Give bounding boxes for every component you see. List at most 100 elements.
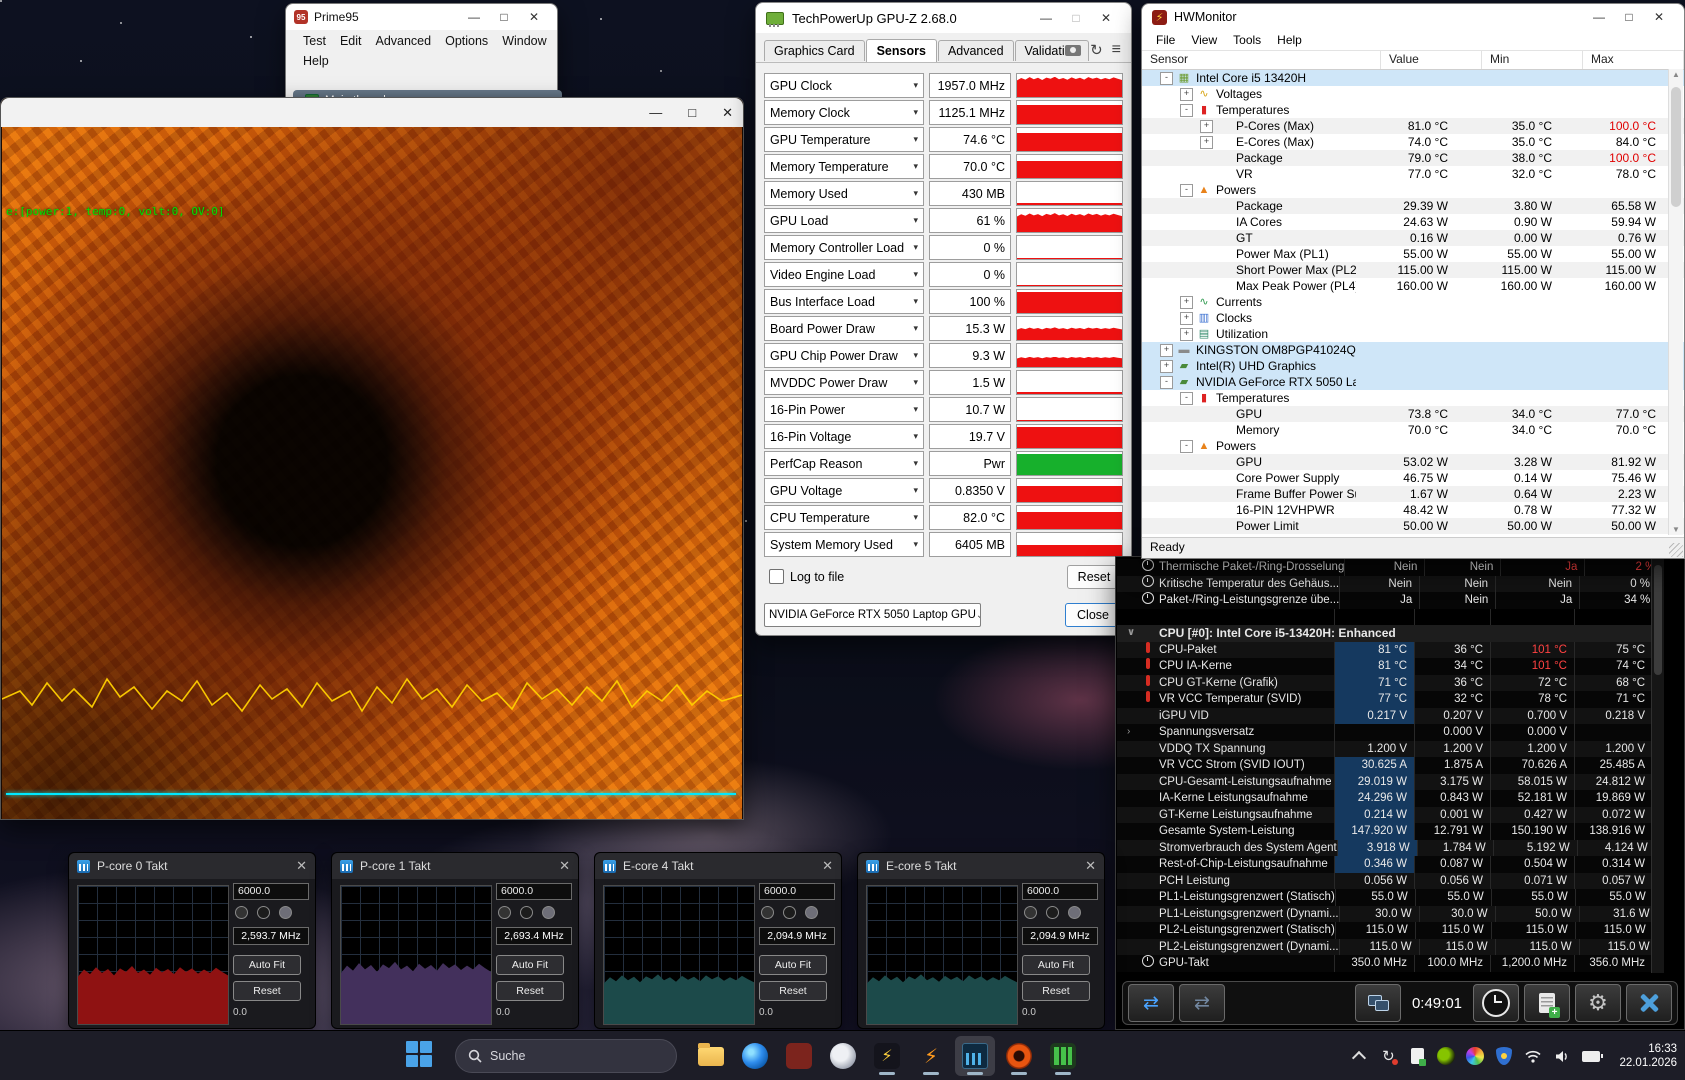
- tree-row[interactable]: + ▬ KINGSTON OM8PGP41024Q-AA: [1142, 342, 1684, 358]
- graph-titlebar[interactable]: P-core 0 Takt ✕: [69, 853, 315, 879]
- minimize-icon[interactable]: —: [1031, 11, 1061, 25]
- expander-chevron[interactable]: ›: [1127, 724, 1140, 741]
- tray-volume[interactable]: [1553, 1047, 1571, 1065]
- sensor-name-dropdown[interactable]: MVDDC Power Draw ▾: [764, 370, 924, 395]
- taskbar-explorer[interactable]: [691, 1036, 731, 1076]
- sensor-row[interactable]: Stromverbrauch des System Agent 3.918 W …: [1117, 840, 1652, 857]
- tree-row[interactable]: GT 0.16 W 0.00 W 0.76 W: [1142, 230, 1684, 246]
- hwmonitor-menu-item[interactable]: Help: [1269, 33, 1310, 47]
- auto-fit-button[interactable]: Auto Fit: [233, 955, 301, 975]
- minimize-icon[interactable]: —: [1584, 10, 1614, 24]
- sensor-name-dropdown[interactable]: Bus Interface Load ▾: [764, 289, 924, 314]
- tree-expander[interactable]: +: [1180, 88, 1193, 101]
- prime95-menu-item[interactable]: Advanced: [368, 32, 438, 50]
- sensor-row[interactable]: Thermische Paket-/Ring-Drosselung Nein N…: [1117, 559, 1652, 576]
- sensor-name-dropdown[interactable]: System Memory Used ▾: [764, 532, 924, 557]
- y-max-input[interactable]: 6000.0: [1022, 883, 1098, 900]
- sensor-name-dropdown[interactable]: Board Power Draw ▾: [764, 316, 924, 341]
- tray-battery[interactable]: [1582, 1047, 1600, 1065]
- tree-expander[interactable]: -: [1160, 72, 1173, 85]
- hwmonitor-titlebar[interactable]: ⚡ HWMonitor — □ ✕: [1142, 4, 1684, 30]
- tray-sync[interactable]: ↻: [1379, 1047, 1397, 1065]
- tree-row[interactable]: - ▲ Powers: [1142, 182, 1684, 198]
- tree-row[interactable]: - ▲ Powers: [1142, 438, 1684, 454]
- sensor-row[interactable]: CPU GT-Kerne (Grafik) 71 °C 36 °C 72 °C …: [1117, 675, 1652, 692]
- auto-fit-button[interactable]: Auto Fit: [759, 955, 827, 975]
- taskbar-hwinfo[interactable]: ⚡: [911, 1036, 951, 1076]
- scale-radio-3[interactable]: [805, 906, 818, 919]
- tree-row[interactable]: - ▮ Temperatures: [1142, 102, 1684, 118]
- column-header-value[interactable]: Value: [1381, 51, 1482, 69]
- prime95-titlebar[interactable]: 95 Prime95 — □ ✕: [286, 4, 557, 30]
- monitors-button[interactable]: [1355, 984, 1401, 1022]
- maximize-icon[interactable]: □: [688, 105, 696, 120]
- taskbar-furmark[interactable]: [999, 1036, 1039, 1076]
- sensor-name-dropdown[interactable]: Video Engine Load ▾: [764, 262, 924, 287]
- hwmonitor-menu-item[interactable]: File: [1148, 33, 1183, 47]
- prime95-menu-item[interactable]: Edit: [333, 32, 369, 50]
- sensor-name-dropdown[interactable]: GPU Temperature ▾: [764, 127, 924, 152]
- reset-button[interactable]: Reset: [759, 981, 827, 1001]
- sensor-name-dropdown[interactable]: GPU Clock ▾: [764, 73, 924, 98]
- taskbar-graphs-active[interactable]: [955, 1036, 995, 1076]
- auto-fit-button[interactable]: Auto Fit: [496, 955, 564, 975]
- minimize-icon[interactable]: —: [649, 105, 662, 120]
- reset-button[interactable]: Reset: [233, 981, 301, 1001]
- tree-row[interactable]: + ▤ Utilization: [1142, 326, 1684, 342]
- clock-button[interactable]: [1473, 984, 1519, 1022]
- sensor-row[interactable]: Kritische Temperatur des Gehäus... Nein …: [1117, 576, 1652, 593]
- close-icon[interactable]: ✕: [1644, 10, 1674, 24]
- report-button[interactable]: [1524, 984, 1570, 1022]
- scale-radio-3[interactable]: [542, 906, 555, 919]
- tree-expander[interactable]: -: [1180, 104, 1193, 117]
- sensor-row[interactable]: VR VCC Strom (SVID IOUT) 30.625 A 1.875 …: [1117, 757, 1652, 774]
- scale-radio-2[interactable]: [257, 906, 270, 919]
- gpuz-tab[interactable]: Advanced: [938, 40, 1014, 61]
- tree-row[interactable]: GPU 73.8 °C 34.0 °C 77.0 °C: [1142, 406, 1684, 422]
- resize-grip[interactable]: [1669, 543, 1683, 557]
- tree-expander[interactable]: +: [1200, 120, 1213, 133]
- taskbar-app-red[interactable]: [779, 1036, 819, 1076]
- tree-row[interactable]: Core Power Supply 46.75 W 0.14 W 75.46 W: [1142, 470, 1684, 486]
- refresh-icon[interactable]: ↻: [1090, 41, 1103, 59]
- expand-columns-button[interactable]: ⇄: [1128, 984, 1174, 1022]
- sensor-row[interactable]: [1117, 609, 1652, 626]
- taskbar-clock[interactable]: 16:33 22.01.2026: [1619, 1042, 1677, 1070]
- tree-row[interactable]: + P-Cores (Max) 81.0 °C 35.0 °C 100.0 °C: [1142, 118, 1684, 134]
- tree-expander[interactable]: -: [1180, 392, 1193, 405]
- sensor-row[interactable]: Rest-of-Chip-Leistungsaufnahme 0.346 W 0…: [1117, 856, 1652, 873]
- tree-row[interactable]: GPU 53.02 W 3.28 W 81.92 W: [1142, 454, 1684, 470]
- screenshot-icon[interactable]: [1065, 45, 1081, 56]
- column-header-sensor[interactable]: Sensor: [1142, 51, 1381, 69]
- close-icon[interactable]: ✕: [559, 858, 570, 874]
- collapse-columns-button[interactable]: ⇄: [1179, 984, 1225, 1022]
- sensor-row[interactable]: Gesamte System-Leistung 147.920 W 12.791…: [1117, 823, 1652, 840]
- prime95-menu-item[interactable]: Test: [296, 32, 333, 50]
- gpu-select-dropdown[interactable]: NVIDIA GeForce RTX 5050 Laptop GPU ⌄: [764, 603, 981, 627]
- tray-document[interactable]: [1408, 1047, 1426, 1065]
- sensor-name-dropdown[interactable]: GPU Voltage ▾: [764, 478, 924, 503]
- log-to-file-checkbox[interactable]: [769, 569, 784, 584]
- close-icon[interactable]: ✕: [822, 858, 833, 874]
- tree-expander[interactable]: -: [1180, 184, 1193, 197]
- start-button[interactable]: [401, 1036, 441, 1076]
- tree-expander[interactable]: -: [1180, 440, 1193, 453]
- settings-button[interactable]: ⚙: [1575, 984, 1621, 1022]
- scrollbar[interactable]: ▲ ▼: [1668, 69, 1683, 535]
- hamburger-icon[interactable]: ≡: [1112, 41, 1121, 59]
- sensor-row[interactable]: ∨ CPU [#0]: Intel Core i5-13420H: Enhanc…: [1117, 625, 1652, 642]
- prime95-menu-item[interactable]: Window: [495, 32, 553, 50]
- taskbar-app-gray[interactable]: [823, 1036, 863, 1076]
- sensor-row[interactable]: iGPU VID 0.217 V 0.207 V 0.700 V 0.218 V: [1117, 708, 1652, 725]
- tree-row[interactable]: Max Peak Power (PL4) 160.00 W 160.00 W 1…: [1142, 278, 1684, 294]
- tray-overflow-chevron[interactable]: [1350, 1047, 1368, 1065]
- scale-radio-1[interactable]: [498, 906, 511, 919]
- tree-row[interactable]: VR 77.0 °C 32.0 °C 78.0 °C: [1142, 166, 1684, 182]
- sensor-name-dropdown[interactable]: 16-Pin Voltage ▾: [764, 424, 924, 449]
- tree-expander[interactable]: +: [1200, 136, 1213, 149]
- gpuz-tab[interactable]: Sensors: [866, 39, 937, 62]
- sensor-name-dropdown[interactable]: PerfCap Reason ▾: [764, 451, 924, 476]
- tray-color-profile[interactable]: [1466, 1047, 1484, 1065]
- sensor-row[interactable]: CPU IA-Kerne 81 °C 34 °C 101 °C 74 °C: [1117, 658, 1652, 675]
- reset-button[interactable]: Reset: [1022, 981, 1090, 1001]
